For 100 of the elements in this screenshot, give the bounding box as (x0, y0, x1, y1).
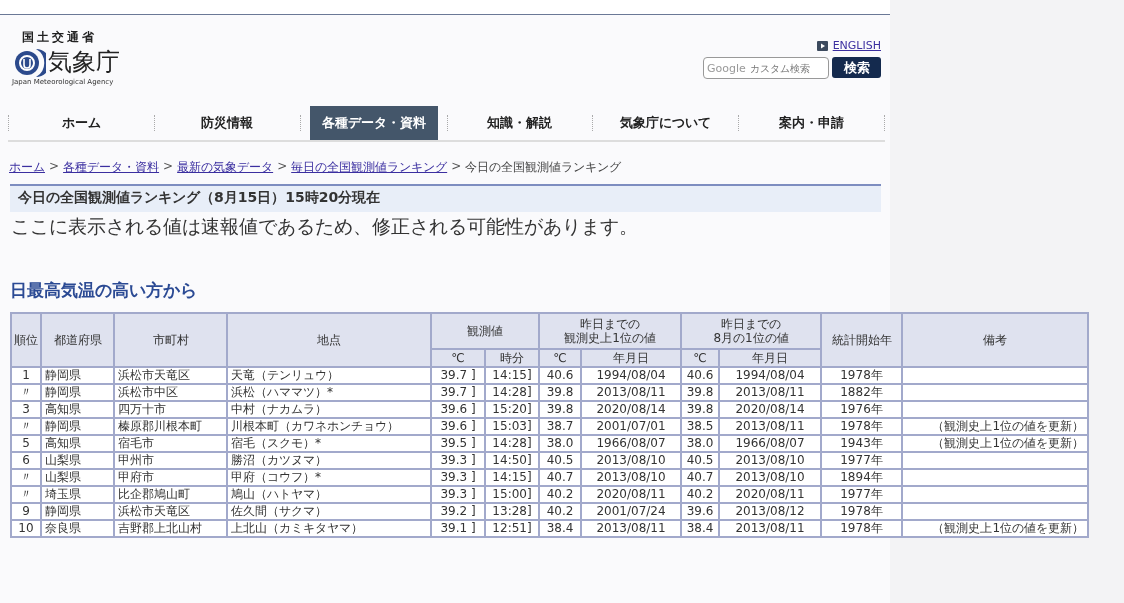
table-cell: 〃 (11, 486, 41, 503)
nav-tab[interactable]: 各種データ・資料 (309, 106, 438, 140)
table-cell: 山梨県 (41, 452, 114, 469)
table-cell: 2013/08/11 (719, 520, 821, 537)
table-cell: 四万十市 (114, 401, 227, 418)
table-cell: 40.2 (539, 486, 581, 503)
table-cell: 吉野郡上北山村 (114, 520, 227, 537)
agency-name: 気象庁 (48, 47, 120, 78)
table-cell: 埼玉県 (41, 486, 114, 503)
section-heading: 日最高気温の高い方から (10, 280, 198, 300)
breadcrumb-link[interactable]: 最新の気象データ (177, 159, 274, 176)
table-cell: 2013/08/11 (581, 384, 681, 401)
table-cell: 40.6 (539, 367, 581, 384)
table-cell: （観測史上1位の値を更新） (902, 520, 1088, 537)
table-cell: 2020/08/11 (719, 486, 821, 503)
table-cell: （観測史上1位の値を更新） (902, 435, 1088, 452)
table-cell: 鳩山（ハトヤマ） (227, 486, 431, 503)
table-cell: 〃 (11, 418, 41, 435)
breadcrumb-separator: > (277, 159, 288, 175)
table-cell: 39.2 ] (431, 503, 485, 520)
table-cell: 39.8 (681, 384, 719, 401)
table-cell: 38.4 (539, 520, 581, 537)
table-cell: 39.8 (681, 401, 719, 418)
nav-tab[interactable]: 知識・解説 (447, 106, 593, 140)
table-cell: 1882年 (821, 384, 902, 401)
table-cell: 2020/08/11 (581, 486, 681, 503)
table-cell: 38.0 (681, 435, 719, 452)
breadcrumb-separator: > (451, 159, 462, 175)
table-cell: 浜松市天竜区 (114, 503, 227, 520)
column-header: 昨日までの 観測史上1位の値 (539, 313, 681, 349)
table-cell: 40.2 (539, 503, 581, 520)
search-field[interactable]: カスタム検索 (749, 62, 822, 74)
table-cell: 〃 (11, 384, 41, 401)
agency-logo-icon (12, 47, 46, 77)
table-cell: 中村（ナカムラ） (227, 401, 431, 418)
table-cell: 1978年 (821, 418, 902, 435)
table-cell: （観測史上1位の値を更新） (902, 418, 1088, 435)
table-cell: 38.0 (539, 435, 581, 452)
table-cell: 2020/08/14 (581, 401, 681, 418)
page-title: 今日の全国観測値ランキング（8月15日）15時20分現在 (10, 184, 881, 212)
column-header: 観測値 (431, 313, 539, 349)
table-cell: 39.7 ] (431, 384, 485, 401)
table-cell: 2001/07/01 (581, 418, 681, 435)
table-cell: 14:15] (485, 469, 539, 486)
column-header: 備考 (902, 313, 1088, 367)
breadcrumb-link[interactable]: ホーム (9, 159, 45, 176)
table-cell: 40.5 (539, 452, 581, 469)
table-cell: 1 (11, 367, 41, 384)
table-cell: 39.3 ] (431, 452, 485, 469)
table-cell: 2013/08/10 (719, 469, 821, 486)
table-cell: 15:20] (485, 401, 539, 418)
table-cell: 39.3 ] (431, 486, 485, 503)
table-cell: 10 (11, 520, 41, 537)
table-cell: 2013/08/11 (581, 520, 681, 537)
column-header: 順位 (11, 313, 41, 367)
notice-text: ここに表示される値は速報値であるため、修正される可能性があります。 (11, 214, 639, 239)
table-cell: 比企郡鳩山町 (114, 486, 227, 503)
nav-tab[interactable]: 案内・申請 (739, 106, 884, 140)
breadcrumb-link[interactable]: 各種データ・資料 (63, 159, 160, 176)
english-link[interactable]: ENGLISH (832, 39, 881, 52)
breadcrumb-current: 今日の全国観測値ランキング (465, 159, 622, 176)
table-cell: 38.5 (681, 418, 719, 435)
table-cell: 2013/08/11 (719, 384, 821, 401)
table-cell: 1978年 (821, 503, 902, 520)
table-cell: 39.7 ] (431, 367, 485, 384)
table-cell: 浜松市天竜区 (114, 367, 227, 384)
nav-tab[interactable]: 防災情報 (154, 106, 300, 140)
table-cell: 1894年 (821, 469, 902, 486)
table-cell: 川根本町（カワネホンチョウ） (227, 418, 431, 435)
column-header: 昨日までの 8月の1位の値 (681, 313, 821, 349)
table-cell: 浜松市中区 (114, 384, 227, 401)
table-cell: 1966/08/07 (581, 435, 681, 452)
table-cell: 〃 (11, 469, 41, 486)
breadcrumb-separator: > (163, 159, 174, 175)
table-cell: 39.5 ] (431, 435, 485, 452)
table-cell: 12:51] (485, 520, 539, 537)
table-cell: 1976年 (821, 401, 902, 418)
column-header: 都道府県 (41, 313, 114, 367)
table-cell: 天竜（テンリュウ） (227, 367, 431, 384)
table-cell: 40.5 (681, 452, 719, 469)
search-button[interactable]: 検索 (832, 57, 881, 78)
nav-tab[interactable]: 気象庁について (593, 106, 739, 140)
table-cell: 39.6 ] (431, 418, 485, 435)
table-cell: 40.6 (681, 367, 719, 384)
table-cell: 上北山（カミキタヤマ） (227, 520, 431, 537)
table-cell: 2020/08/14 (719, 401, 821, 418)
breadcrumb-link[interactable]: 毎日の全国観測値ランキング (291, 159, 448, 176)
table-cell: 15:00] (485, 486, 539, 503)
column-header: 統計開始年 (821, 313, 902, 367)
table-cell: 14:28] (485, 384, 539, 401)
table-cell: 38.7 (539, 418, 581, 435)
nav-tab[interactable]: ホーム (9, 106, 154, 140)
table-cell: 14:28] (485, 435, 539, 452)
table-cell: 2013/08/12 (719, 503, 821, 520)
table-cell: 勝沼（カツヌマ） (227, 452, 431, 469)
ministry-name: 国土交通省 (22, 29, 98, 46)
table-cell: 静岡県 (41, 503, 114, 520)
table-cell: 39.3 ] (431, 469, 485, 486)
column-header: 地点 (227, 313, 431, 367)
table-cell: 1977年 (821, 452, 902, 469)
